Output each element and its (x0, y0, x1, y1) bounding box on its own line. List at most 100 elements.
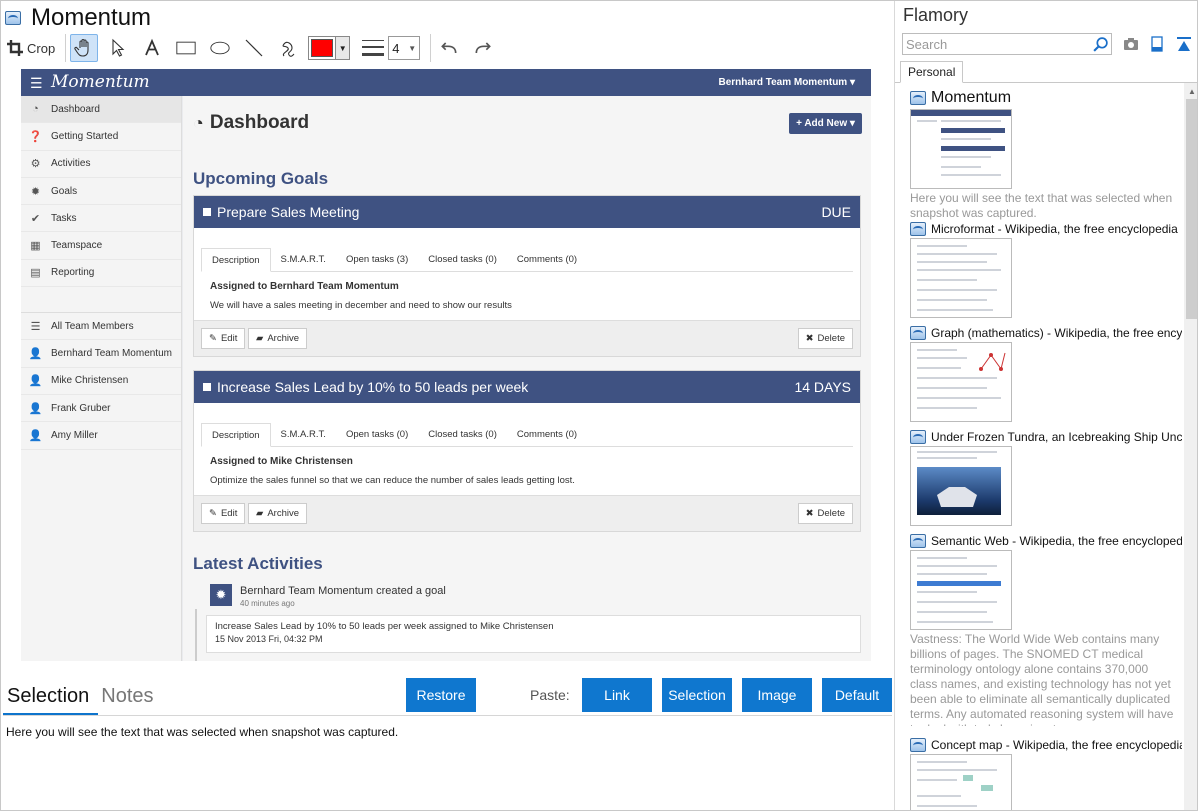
archive-button[interactable]: ▰ Archive (248, 503, 307, 524)
flamory-window: Momentum Crop ▼ 4 ▼ ☰ Momentum Bernhard … (0, 0, 1198, 811)
tab-smart[interactable]: S.M.A.R.T. (271, 247, 336, 271)
app-icon (910, 222, 926, 236)
sidebar-item-reporting[interactable]: ▤ Reporting (21, 260, 181, 288)
paste-default-button[interactable]: Default (822, 678, 892, 712)
search-icon[interactable] (1092, 36, 1109, 53)
snapshot-preview[interactable]: ☰ Momentum Bernhard Team Momentum ▾ ◔ Da… (21, 69, 871, 661)
user-icon: 👤 (28, 429, 43, 442)
goal-header[interactable]: Increase Sales Lead by 10% to 50 leads p… (194, 371, 860, 403)
user-icon: 👤 (28, 348, 43, 361)
tab-closed-tasks[interactable]: Closed tasks (0) (418, 247, 507, 271)
snapshot-item[interactable]: Concept map - Wikipedia, the free encycl… (910, 738, 1182, 810)
sidebar-item-tasks[interactable]: ✔ Tasks (21, 205, 181, 233)
sidebar-item-member[interactable]: 👤 Amy Miller (21, 422, 181, 450)
sidebar-item-activities[interactable]: ⚙ Activities (21, 151, 181, 178)
sidebar-item-dashboard[interactable]: ◔ Dashboard (21, 96, 181, 124)
snapshot-title: Under Frozen Tundra, an Icebreaking Ship… (910, 430, 1182, 444)
timeline-line (195, 609, 197, 661)
sidebar-item-goals[interactable]: ✹ Goals (21, 178, 181, 206)
snapshot-item[interactable]: Under Frozen Tundra, an Icebreaking Ship… (910, 430, 1182, 526)
tab-smart[interactable]: S.M.A.R.T. (271, 422, 336, 446)
goal-tabs: Description S.M.A.R.T. Open tasks (0) Cl… (201, 423, 853, 447)
sidebar-item-all-team-members[interactable]: ☰ All Team Members (21, 313, 181, 341)
search-input[interactable] (903, 34, 1083, 54)
latest-activities-title: Latest Activities (193, 554, 323, 573)
edit-button[interactable]: ✎ Edit (201, 328, 246, 349)
snapshot-item[interactable]: Graph (mathematics) - Wikipedia, the fre… (910, 326, 1182, 422)
tab-description[interactable]: Description (201, 423, 271, 447)
app-icon (910, 430, 926, 444)
freehand-icon (282, 41, 295, 57)
crop-button[interactable]: Crop (7, 34, 59, 62)
paste-image-button[interactable]: Image (742, 678, 812, 712)
tab-open-tasks[interactable]: Open tasks (0) (336, 422, 418, 446)
tab-comments[interactable]: Comments (0) (507, 422, 587, 446)
dashboard-icon: ◔ (193, 112, 204, 133)
scroll-up-icon[interactable]: ▲ (1184, 83, 1197, 99)
collapse-icon[interactable] (1175, 35, 1193, 53)
crop-label: Crop (27, 40, 56, 56)
app-icon (910, 91, 926, 105)
undo-button[interactable] (435, 34, 463, 62)
tab-closed-tasks[interactable]: Closed tasks (0) (418, 422, 507, 446)
sidebar-item-label: Getting Started (51, 130, 119, 142)
tab-open-tasks[interactable]: Open tasks (3) (336, 247, 418, 271)
tab-description[interactable]: Description (201, 248, 271, 272)
ellipse-tool-button[interactable] (206, 34, 234, 62)
snapshot-item[interactable]: Semantic Web - Wikipedia, the free encyc… (910, 534, 1182, 726)
hand-icon (74, 38, 89, 57)
scrollbar[interactable]: ▲ (1184, 83, 1197, 810)
tab-comments[interactable]: Comments (0) (507, 247, 587, 271)
snapshot-title-text: Under Frozen Tundra, an Icebreaking Ship… (931, 430, 1182, 444)
line-width-select[interactable]: 4 ▼ (388, 36, 421, 60)
annotation-toolbar: Crop ▼ 4 ▼ (7, 33, 503, 63)
sidebar-item-member[interactable]: 👤 Frank Gruber (21, 395, 181, 423)
rectangle-tool-button[interactable] (172, 34, 200, 62)
redo-button[interactable] (469, 34, 497, 62)
goal-assignee: Assigned to Bernhard Team Momentum (210, 281, 399, 292)
restore-button[interactable]: Restore (406, 678, 476, 712)
tab-notes[interactable]: Notes (101, 685, 153, 713)
archive-label: Archive (267, 333, 299, 344)
hand-tool-button[interactable] (70, 34, 99, 62)
tab-personal[interactable]: Personal (900, 61, 964, 83)
edit-icon: ✎ (209, 333, 217, 344)
snapshot-item[interactable]: Momentum Here you will see the text that… (910, 89, 1182, 221)
sidebar-item-member[interactable]: 👤 Bernhard Team Momentum (21, 340, 181, 368)
tab-selection[interactable]: Selection (7, 685, 89, 713)
sidebar-item-label: Amy Miller (51, 429, 98, 441)
snapshot-note: Here you will see the text that was sele… (910, 191, 1173, 220)
pen-color-picker[interactable]: ▼ (308, 36, 351, 60)
sidebar-item-label: Reporting (51, 267, 95, 279)
flamory-panel: Flamory Personal ▲ Momentum (894, 1, 1197, 810)
paste-selection-button[interactable]: Selection (662, 678, 732, 712)
goal-header[interactable]: Prepare Sales Meeting DUE (194, 196, 860, 228)
delete-button[interactable]: ✖ Delete (797, 328, 853, 349)
paste-link-button[interactable]: Link (582, 678, 652, 712)
sidebar-item-getting-started[interactable]: ❓ Getting Started (21, 123, 181, 151)
sidebar-item-teamspace[interactable]: ▦ Teamspace (21, 232, 181, 260)
line-tool-button[interactable] (240, 34, 268, 62)
goal-actions: ✎ Edit ▰ Archive ✖ Delete (194, 495, 860, 531)
delete-label: Delete (817, 333, 845, 344)
scrollbar-thumb[interactable] (1186, 99, 1197, 319)
sidebar-item-label: Bernhard Team Momentum (51, 348, 172, 360)
freehand-tool-button[interactable] (274, 34, 302, 62)
select-tool-button[interactable] (104, 34, 132, 62)
momentum-main: ◔ Dashboard + Add New ▾ Upcoming Goals P… (183, 96, 871, 661)
menu-icon[interactable]: ☰ (30, 75, 43, 92)
goal-name: Prepare Sales Meeting (203, 204, 359, 220)
snapshot-thumbnail (910, 342, 1012, 422)
text-tool-button[interactable] (138, 34, 166, 62)
document-icon[interactable] (1148, 35, 1166, 53)
selection-text[interactable]: Here you will see the text that was sele… (6, 725, 398, 739)
activity-time: 40 minutes ago (240, 599, 295, 608)
delete-button[interactable]: ✖ Delete (797, 503, 853, 524)
camera-icon[interactable] (1122, 35, 1140, 53)
user-menu[interactable]: Bernhard Team Momentum ▾ (718, 77, 855, 88)
add-new-button[interactable]: + Add New ▾ (789, 113, 862, 134)
snapshot-item[interactable]: Microformat - Wikipedia, the free encycl… (910, 222, 1182, 318)
archive-button[interactable]: ▰ Archive (248, 328, 307, 349)
sidebar-item-member[interactable]: 👤 Mike Christensen (21, 368, 181, 395)
edit-button[interactable]: ✎ Edit (201, 503, 246, 524)
